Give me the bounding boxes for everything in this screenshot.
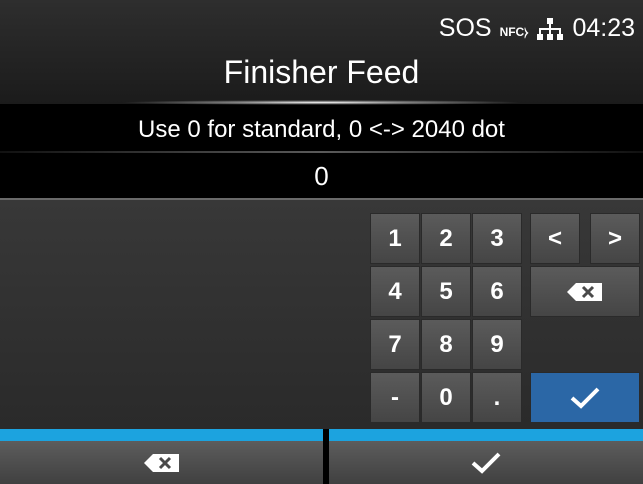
confirm-accent-bar [329,429,643,441]
key-8[interactable]: 8 [421,319,471,370]
key-1[interactable]: 1 [370,213,420,264]
page-title: Finisher Feed [223,54,420,90]
checkmark-icon [570,387,600,409]
key-6[interactable]: 6 [472,266,522,317]
cancel-button[interactable] [0,441,323,484]
cursor-left-button[interactable]: < [530,213,580,264]
status-bar: SOS NFC⧽ 04:23 [439,14,635,43]
key-7[interactable]: 7 [370,319,420,370]
key-3[interactable]: 3 [472,213,522,264]
value-field[interactable]: 0 [0,156,643,196]
sos-label: SOS [438,14,492,42]
key-0[interactable]: 0 [421,372,471,423]
key-2[interactable]: 2 [421,213,471,264]
network-icon [537,17,564,40]
enter-key[interactable] [530,372,640,423]
backspace-icon [143,453,179,472]
confirm-button[interactable] [329,441,643,484]
cursor-right-button[interactable]: > [590,213,640,264]
divider [0,151,643,153]
checkmark-icon [471,452,501,474]
nfc-icon: NFC⧽ [499,25,529,39]
title-underline [120,100,523,105]
backspace-icon [567,282,602,301]
range-hint: Use 0 for standard, 0 <-> 2040 dot [138,116,505,143]
cancel-accent-bar [0,429,323,441]
key-9[interactable]: 9 [472,319,522,370]
key-5[interactable]: 5 [421,266,471,317]
panel-divider [0,198,643,200]
clock: 04:23 [572,14,635,42]
key-4[interactable]: 4 [370,266,420,317]
key-dot[interactable]: . [472,372,522,423]
key-minus[interactable]: - [370,372,420,423]
backspace-key[interactable] [530,266,640,317]
